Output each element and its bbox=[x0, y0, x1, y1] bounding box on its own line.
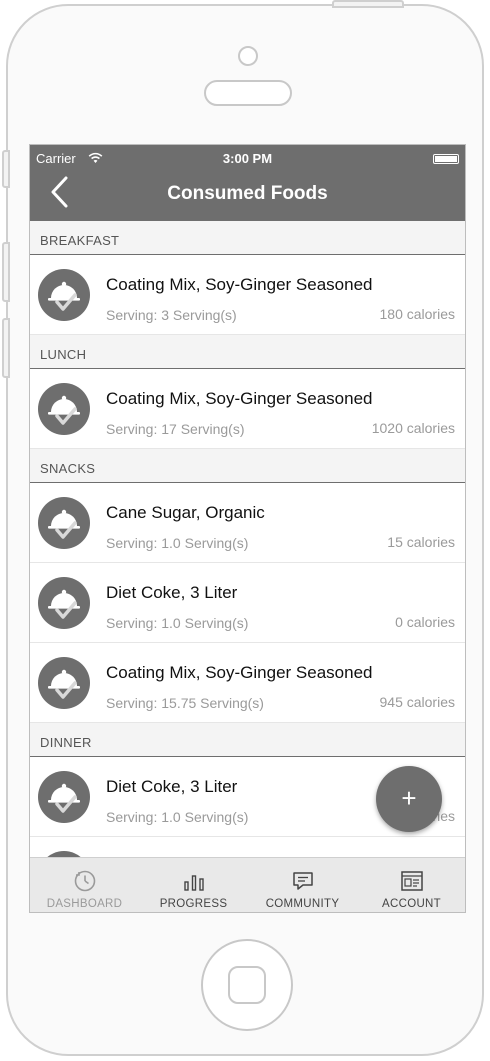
food-dish-icon bbox=[48, 783, 80, 813]
food-avatar bbox=[38, 269, 90, 321]
tab-account-label: ACCOUNT bbox=[382, 898, 441, 910]
serving-text: Serving: 1.0 Serving(s) bbox=[106, 809, 249, 825]
food-name: Diet Coke, 3 Liter bbox=[106, 583, 238, 602]
front-camera bbox=[238, 46, 258, 66]
food-name: Coating Mix, Soy-Ginger Seasoned bbox=[106, 389, 373, 408]
serving-text: Serving: 15.75 Serving(s) bbox=[106, 695, 264, 711]
tab-community[interactable]: COMMUNITY bbox=[248, 858, 357, 912]
page-title: Consumed Foods bbox=[167, 183, 328, 204]
food-list-item[interactable]: Coating Mix, Soy-Ginger Seasoned Serving:… bbox=[30, 643, 465, 723]
food-dish-icon bbox=[48, 281, 80, 311]
battery-icon bbox=[433, 154, 459, 164]
account-card-icon bbox=[400, 871, 423, 891]
calories-text: 945 calories bbox=[379, 694, 456, 710]
food-name: Diet Coke, 3 Liter bbox=[106, 777, 238, 796]
food-name: Coating Mix, Soy-Ginger Seasoned bbox=[106, 275, 373, 294]
add-food-button[interactable]: + bbox=[376, 766, 442, 832]
volume-up-button bbox=[2, 242, 10, 302]
food-list-item[interactable]: Coating Mix, Soy-Ginger Seasoned Serving:… bbox=[30, 255, 465, 335]
tab-bar: DASHBOARD PROGRESS COMMUNITY ACCOUNT bbox=[30, 857, 465, 912]
section-header-snacks: SNACKS bbox=[30, 449, 465, 483]
section-header-dinner: DINNER bbox=[30, 723, 465, 757]
silent-switch bbox=[2, 150, 10, 188]
food-avatar bbox=[38, 577, 90, 629]
food-dish-icon bbox=[48, 509, 80, 539]
nav-header: Carrier 3:00 PM Consumed Foods bbox=[30, 145, 465, 221]
food-dish-icon bbox=[48, 669, 80, 699]
section-header-lunch: LUNCH bbox=[30, 335, 465, 369]
serving-text: Serving: 17 Serving(s) bbox=[106, 421, 245, 437]
dashboard-icon bbox=[74, 870, 95, 892]
calories-text: 1020 calories bbox=[371, 420, 455, 436]
tab-dashboard-label: DASHBOARD bbox=[46, 898, 123, 910]
calories-text: 15 calories bbox=[387, 534, 455, 550]
serving-text: Serving: 1.0 Serving(s) bbox=[106, 615, 249, 631]
status-bar: Carrier 3:00 PM bbox=[30, 151, 465, 167]
consumed-foods-list[interactable]: BREAKFAST Coating Mix, Soy-Ginger Seasone… bbox=[30, 221, 465, 857]
bar-chart-icon bbox=[183, 875, 204, 891]
power-button bbox=[332, 0, 404, 8]
food-avatar bbox=[38, 383, 90, 435]
food-list-item[interactable]: Coating Mix, Soy-Ginger Seasoned Serving:… bbox=[30, 369, 465, 449]
tab-account[interactable]: ACCOUNT bbox=[357, 858, 465, 912]
earpiece-speaker bbox=[204, 80, 292, 106]
tab-dashboard[interactable]: DASHBOARD bbox=[30, 858, 139, 912]
food-list-item-partial[interactable] bbox=[30, 837, 465, 857]
food-dish-icon bbox=[48, 395, 80, 425]
section-header-breakfast: BREAKFAST bbox=[30, 221, 465, 255]
food-avatar bbox=[38, 657, 90, 709]
food-name: Coating Mix, Soy-Ginger Seasoned bbox=[106, 663, 373, 682]
food-name: Cane Sugar, Organic bbox=[106, 503, 265, 522]
food-avatar bbox=[38, 497, 90, 549]
food-list-item[interactable]: Cane Sugar, Organic Serving: 1.0 Serving(… bbox=[30, 483, 465, 563]
tab-progress[interactable]: PROGRESS bbox=[139, 858, 248, 912]
food-list-item[interactable]: Diet Coke, 3 Liter Serving: 1.0 Serving(s… bbox=[30, 563, 465, 643]
serving-text: Serving: 3 Serving(s) bbox=[106, 307, 237, 323]
volume-down-button bbox=[2, 318, 10, 378]
food-avatar bbox=[38, 771, 90, 823]
app-screen: Carrier 3:00 PM Consumed Foods BREAKFAST… bbox=[29, 144, 466, 913]
food-dish-icon bbox=[48, 589, 80, 619]
tab-progress-label: PROGRESS bbox=[159, 898, 228, 910]
status-time: 3:00 PM bbox=[222, 151, 273, 166]
serving-text: Serving: 1.0 Serving(s) bbox=[106, 535, 249, 551]
home-button-icon bbox=[228, 966, 266, 1004]
calories-text: 0 calories bbox=[395, 614, 455, 630]
tab-community-label: COMMUNITY bbox=[265, 898, 340, 910]
chat-icon bbox=[292, 872, 313, 890]
calories-text: 180 calories bbox=[379, 306, 456, 322]
